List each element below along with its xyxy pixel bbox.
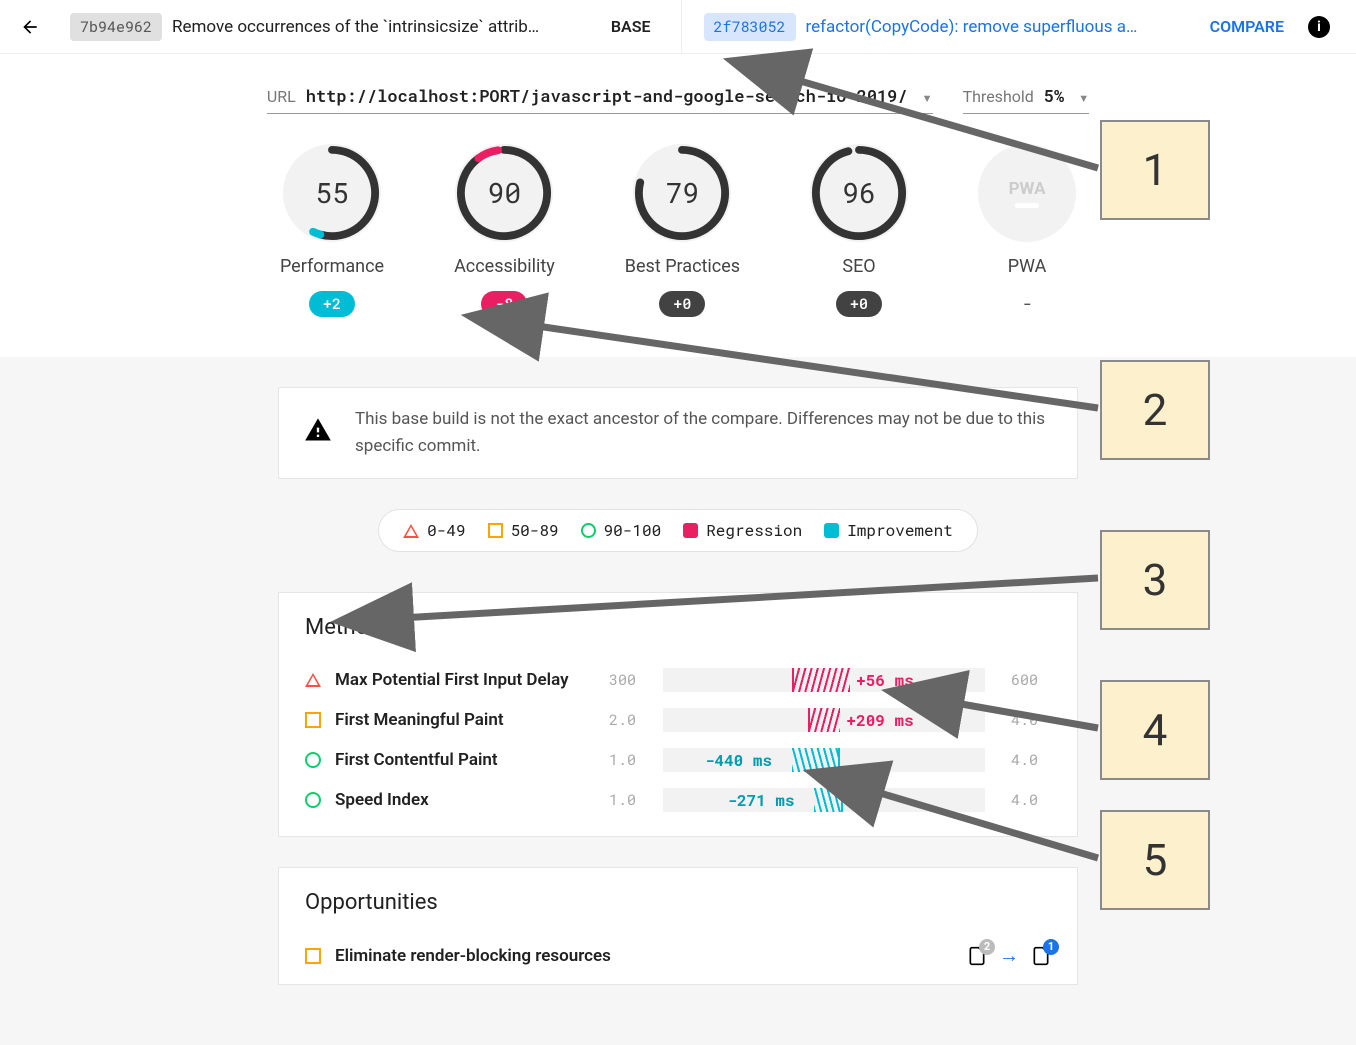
annotation-3: 3: [1100, 530, 1210, 630]
arrow-right-icon: →: [999, 943, 1019, 968]
annotation-1: 1: [1100, 120, 1210, 220]
base-report-icon[interactable]: 2: [967, 945, 987, 967]
annotation-4: 4: [1100, 680, 1210, 780]
status-shape-icon: [305, 948, 321, 964]
opportunity-name: Eliminate render-blocking resources: [335, 946, 953, 966]
compare-report-icon[interactable]: 1: [1031, 945, 1051, 967]
annotation-5: 5: [1100, 810, 1210, 910]
annotation-2: 2: [1100, 360, 1210, 460]
